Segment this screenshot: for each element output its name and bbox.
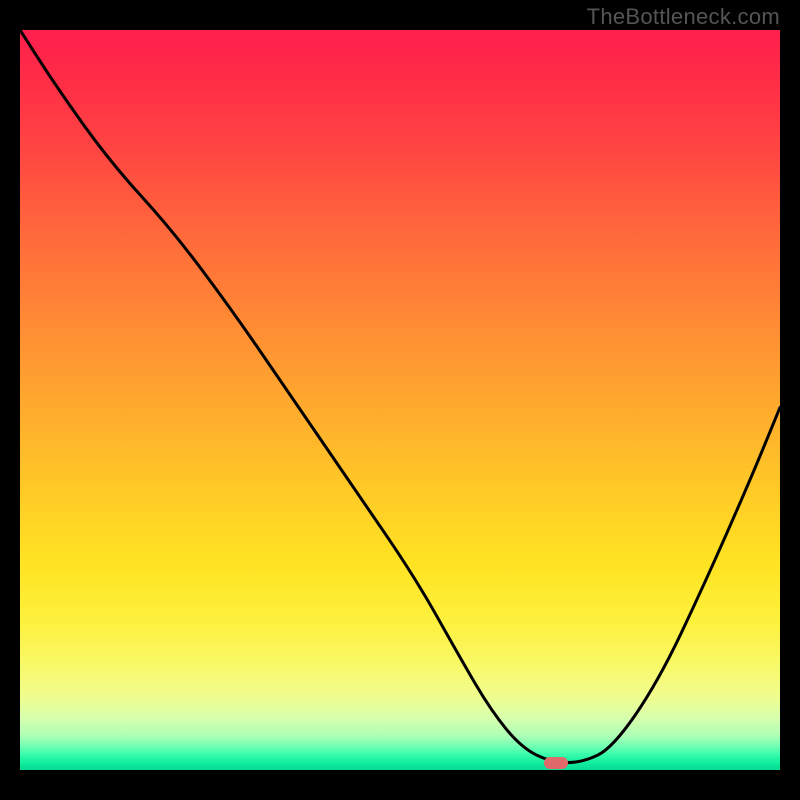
bottleneck-curve bbox=[20, 30, 780, 770]
watermark-text: TheBottleneck.com bbox=[587, 4, 780, 30]
plot-area bbox=[20, 30, 780, 770]
chart-page: TheBottleneck.com bbox=[0, 0, 800, 800]
optimal-point-marker bbox=[544, 757, 568, 769]
